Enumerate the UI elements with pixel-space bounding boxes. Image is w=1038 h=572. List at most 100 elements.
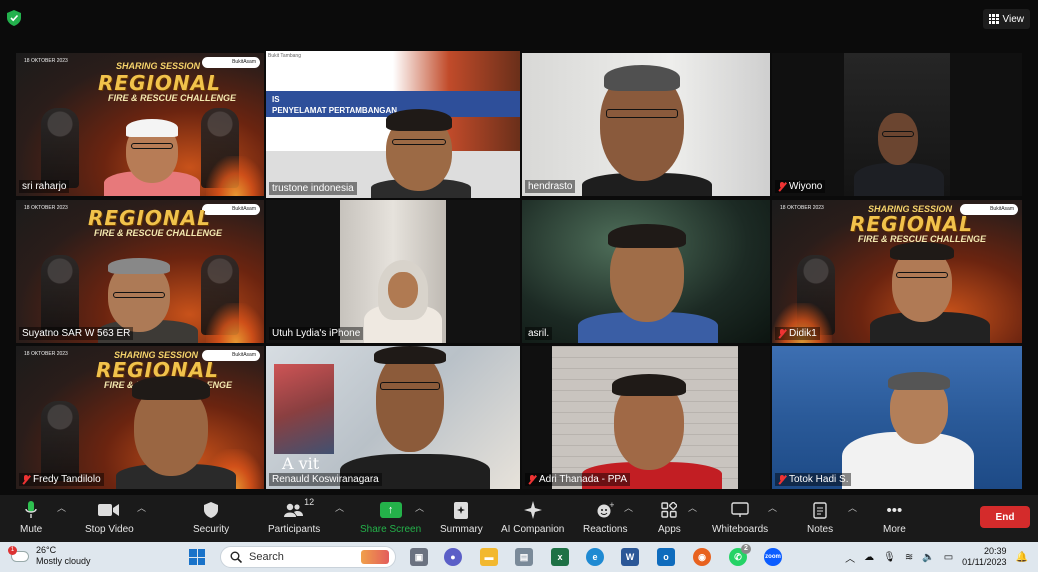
video-tile[interactable]: Wiyono: [772, 53, 1022, 196]
battery-icon[interactable]: ▭: [944, 552, 953, 563]
video-tile[interactable]: asril.: [522, 200, 770, 343]
file-explorer-icon[interactable]: ▬: [480, 548, 498, 566]
edge-browser-icon[interactable]: e: [586, 548, 604, 566]
firefox-icon[interactable]: ◉: [693, 548, 711, 566]
firefighter-figure: [41, 401, 79, 481]
clock-date: 01/11/2023: [962, 557, 1007, 567]
muted-mic-icon: [528, 474, 536, 485]
onedrive-cloud-icon[interactable]: ☁: [864, 552, 874, 563]
security-button[interactable]: Security: [193, 499, 229, 535]
share-options-caret[interactable]: ︿: [415, 501, 424, 514]
apps-options-caret[interactable]: ︿: [688, 501, 697, 514]
teams-chat-icon[interactable]: ●: [444, 548, 462, 566]
meeting-toolbar: Mute ︿ Stop Video ︿ Security 12 Particip…: [0, 495, 1038, 542]
video-tile[interactable]: 18 OKTOBER 2023 BukitAsam SHARING SESSIO…: [16, 346, 264, 489]
background-poster-text: A vit: [282, 454, 320, 473]
security-shield-icon: [204, 499, 219, 521]
video-tile[interactable]: 18 OKTOBER 2023 BukitAsam REGIONAL FIRE …: [16, 200, 264, 343]
video-tile[interactable]: Utuh Lydia's iPhone: [266, 200, 520, 343]
system-tray: ︿ ☁ 🎙 ≋ 🔈 ▭ 20:39 01/11/2023 🔔: [845, 546, 1028, 568]
tray-overflow-chevron-icon[interactable]: ︿: [845, 550, 855, 565]
participant-name: Wiyono: [775, 180, 826, 193]
taskbar-clock[interactable]: 20:39 01/11/2023: [962, 546, 1006, 568]
store-icon[interactable]: ▤: [515, 548, 533, 566]
end-meeting-button[interactable]: End: [980, 506, 1030, 528]
banner-title: REGIONAL: [850, 212, 973, 236]
whatsapp-badge: 2: [741, 544, 751, 554]
muted-mic-icon: [778, 474, 786, 485]
participants-icon: 12: [284, 497, 314, 521]
participant-name: sri raharjo: [19, 180, 70, 193]
whiteboard-icon: [731, 499, 749, 521]
participants-options-caret[interactable]: ︿: [335, 501, 344, 514]
wifi-icon[interactable]: ≋: [905, 552, 913, 563]
ai-companion-button[interactable]: AI Companion: [501, 499, 564, 535]
whatsapp-icon[interactable]: ✆ 2: [729, 544, 751, 566]
video-tile[interactable]: 18 OKTOBER 2023 BukitAsam SHARING SESSIO…: [16, 53, 264, 196]
more-dots-icon: •••: [886, 501, 903, 519]
muted-mic-icon: [778, 181, 786, 192]
notes-options-caret[interactable]: ︿: [848, 501, 857, 514]
stop-video-button[interactable]: Stop Video: [85, 499, 134, 535]
slide-corner-text: Bukit Tambang: [268, 53, 301, 59]
firefighter-figure: [41, 255, 79, 335]
mute-button[interactable]: Mute: [20, 499, 42, 535]
zoom-meeting-window: View 18 OKTOBER 2023 BukitAsam SHARING S…: [0, 0, 1038, 572]
participant-name: asril.: [525, 327, 553, 340]
volume-icon[interactable]: 🔈: [922, 552, 934, 563]
whiteboards-button[interactable]: Whiteboards: [712, 499, 768, 535]
banner-title2: FIRE & RESCUE CHALLENGE: [94, 228, 223, 238]
slide-line1: IS: [272, 95, 280, 104]
excel-icon[interactable]: x: [551, 548, 569, 566]
video-tile[interactable]: hendrasto: [522, 53, 770, 196]
windows-start-icon[interactable]: [189, 549, 205, 565]
video-tile-active-speaker[interactable]: Bukit Tambang IS PENYELAMAT PERTAMBANGAN…: [266, 51, 520, 198]
participant-name: Totok Hadi S.: [775, 473, 852, 486]
encryption-shield-icon[interactable]: [7, 10, 21, 26]
banner-logos: BukitAsam: [202, 57, 260, 68]
weather-description: Mostly cloudy: [36, 556, 91, 566]
mute-options-caret[interactable]: ︿: [57, 501, 66, 514]
notes-button[interactable]: Notes: [807, 499, 833, 535]
microphone-icon: [25, 499, 37, 521]
smiley-plus-icon: +: [596, 499, 614, 521]
ai-sparkle-icon: [523, 499, 542, 521]
weather-badge: 1: [8, 546, 17, 555]
video-tile[interactable]: 18 OKTOBER 2023 BukitAsam SHARING SESSIO…: [772, 200, 1022, 343]
clock-time: 20:39: [984, 546, 1007, 556]
summary-document-icon: [454, 499, 469, 521]
svg-text:+: +: [609, 502, 614, 509]
view-button[interactable]: View: [982, 9, 1030, 29]
taskbar-search-box[interactable]: Search: [220, 546, 396, 568]
notes-icon: [813, 499, 827, 521]
notification-bell-icon[interactable]: 🔔: [1016, 552, 1028, 563]
search-placeholder: Search: [249, 551, 284, 563]
video-tile[interactable]: Adri Thanada - PPA: [522, 346, 770, 489]
participant-name: Renauld Koswiranagara: [269, 473, 382, 486]
share-screen-icon: ↑: [379, 499, 402, 521]
whiteboards-options-caret[interactable]: ︿: [768, 501, 777, 514]
more-button[interactable]: ••• More: [883, 499, 906, 536]
cloudy-weather-icon: 1: [8, 546, 30, 563]
participant-name: Didik1: [775, 327, 820, 340]
participants-button[interactable]: 12 Participants: [268, 497, 320, 535]
weather-widget[interactable]: 1 26°C Mostly cloudy: [8, 545, 91, 567]
flame-graphic: [206, 156, 264, 196]
reactions-button[interactable]: + Reactions: [583, 499, 627, 535]
apps-icon: [661, 499, 678, 521]
summary-button[interactable]: Summary: [440, 499, 483, 535]
task-view-icon[interactable]: ▣: [410, 548, 428, 566]
video-options-caret[interactable]: ︿: [137, 501, 146, 514]
search-highlight-icon: [361, 550, 389, 564]
outlook-icon[interactable]: o: [657, 548, 675, 566]
apps-button[interactable]: Apps: [658, 499, 681, 535]
reactions-options-caret[interactable]: ︿: [624, 501, 633, 514]
word-icon[interactable]: W: [621, 548, 639, 566]
zoom-app-icon[interactable]: zoom: [764, 548, 782, 566]
video-tile[interactable]: Totok Hadi S.: [772, 346, 1022, 489]
share-screen-button[interactable]: ↑ Share Screen: [360, 499, 421, 535]
video-tile[interactable]: A vit Renauld Koswiranagara: [266, 346, 520, 489]
banner-date: 18 OKTOBER 2023: [24, 205, 68, 211]
tray-microphone-icon[interactable]: 🎙: [883, 552, 896, 563]
firefighter-figure: [41, 108, 79, 188]
